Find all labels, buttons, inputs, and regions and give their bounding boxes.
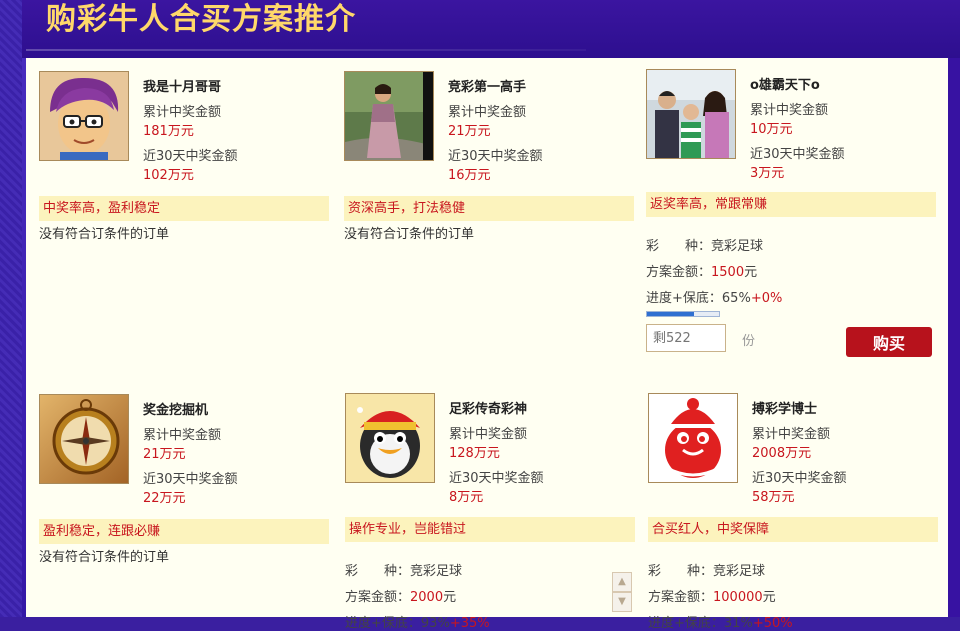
plan-amount-unit: 元 <box>443 590 457 605</box>
progress-label: 进度+保底： <box>345 616 421 631</box>
plan-amount-row: 方案金额：2000元 <box>345 586 456 605</box>
cartoon-man-avatar[interactable] <box>39 71 129 161</box>
total-prize-label: 累计中奖金额 <box>449 427 528 442</box>
progress-row: 进度+保底：65%+0% <box>646 287 782 306</box>
expert-tagline: 操作专业，岂能错过 <box>345 517 635 542</box>
expert-grid: 我是十月哥哥 累计中奖金额 181万元 近30天中奖金额 102万元 中奖率高，… <box>26 58 948 631</box>
plan-amount-label: 方案金额： <box>648 590 714 605</box>
empty-orders-message: 没有符合订条件的订单 <box>344 227 475 242</box>
expert-name[interactable]: 奖金挖掘机 <box>143 399 208 418</box>
expert-name[interactable]: 竞彩第一高手 <box>448 76 526 95</box>
progress-value: 65% <box>721 291 751 306</box>
recent-prize-value: 3万元 <box>750 166 785 181</box>
expert-tagline: 合买红人，中奖保障 <box>648 517 938 542</box>
total-prize-value: 10万元 <box>750 122 793 137</box>
plan-amount-label: 方案金额： <box>345 590 411 605</box>
plan-amount-row: 方案金额：100000元 <box>648 586 776 605</box>
recent-prize-value: 58万元 <box>752 490 795 505</box>
recent-prize-value: 8万元 <box>449 490 484 505</box>
recent-prize-value: 16万元 <box>448 168 491 183</box>
total-prize-label: 累计中奖金额 <box>752 427 831 442</box>
recent-prize-label: 近30天中奖金额 <box>752 471 847 486</box>
chevron-down-icon[interactable]: ▼ <box>612 592 632 612</box>
progress-plus: + <box>449 616 461 631</box>
plan-amount-unit: 元 <box>744 265 758 280</box>
woman-photo-avatar[interactable] <box>344 71 434 161</box>
quantity-input[interactable] <box>646 324 726 352</box>
lottery-type-value: 竞彩足球 <box>711 239 764 254</box>
total-prize-label: 累计中奖金额 <box>143 428 222 443</box>
lottery-type-label: 彩 种： <box>646 239 712 254</box>
recent-prize-label: 近30天中奖金额 <box>143 149 238 164</box>
recent-prize-label: 近30天中奖金额 <box>143 472 238 487</box>
lottery-type-value: 竞彩足球 <box>410 564 463 579</box>
recent-prize-value: 22万元 <box>143 491 186 506</box>
total-prize-value: 181万元 <box>143 124 194 139</box>
right-border <box>948 58 960 617</box>
expert-name[interactable]: 我是十月哥哥 <box>143 76 221 95</box>
guarantee-value: 35% <box>460 616 490 631</box>
total-prize-label: 累计中奖金额 <box>143 105 222 120</box>
buy-button[interactable]: 购买 <box>846 327 932 357</box>
progress-bar-fill <box>647 312 694 316</box>
expert-tagline: 返奖率高，常跟常赚 <box>646 192 936 217</box>
progress-plus: + <box>750 291 762 306</box>
recent-prize-value: 102万元 <box>143 168 194 183</box>
lottery-type-value: 竞彩足球 <box>713 564 766 579</box>
progress-label: 进度+保底： <box>648 616 724 631</box>
plan-amount-row: 方案金额：1500元 <box>646 261 757 280</box>
guarantee-value: 0% <box>761 291 783 306</box>
total-prize-value: 21万元 <box>143 447 186 462</box>
lottery-type-label: 彩 种： <box>648 564 714 579</box>
recent-prize-label: 近30天中奖金额 <box>750 147 845 162</box>
compass-avatar[interactable] <box>39 394 129 484</box>
progress-plus: + <box>752 616 764 631</box>
expert-name[interactable]: 足彩传奇彩神 <box>449 398 527 417</box>
plan-amount-label: 方案金额： <box>646 265 712 280</box>
recent-prize-label: 近30天中奖金额 <box>449 471 544 486</box>
progress-value: 93% <box>420 616 450 631</box>
expert-tagline: 中奖率高，盈利稳定 <box>39 196 329 221</box>
plan-amount-unit: 元 <box>762 590 776 605</box>
progress-value: 31% <box>723 616 753 631</box>
plan-amount-value: 1500 <box>711 265 745 280</box>
lottery-type-row: 彩 种：竞彩足球 <box>345 560 462 579</box>
total-prize-value: 21万元 <box>448 124 491 139</box>
expert-tagline: 盈利稳定，连跟必赚 <box>39 519 329 544</box>
recent-prize-label: 近30天中奖金额 <box>448 149 543 164</box>
title-divider <box>26 49 586 51</box>
guarantee-value: 50% <box>763 616 793 631</box>
empty-orders-message: 没有符合订条件的订单 <box>39 550 170 565</box>
expert-name[interactable]: o雄霸天下o <box>750 74 820 93</box>
progress-label: 进度+保底： <box>646 291 722 306</box>
red-penguin-avatar[interactable] <box>648 393 738 483</box>
total-prize-label: 累计中奖金额 <box>750 103 829 118</box>
plan-amount-value: 2000 <box>410 590 444 605</box>
progress-bar <box>646 311 720 317</box>
lottery-type-row: 彩 种：竞彩足球 <box>648 560 765 579</box>
lottery-type-row: 彩 种：竞彩足球 <box>646 235 763 254</box>
expert-name[interactable]: 搏彩学博士 <box>752 398 817 417</box>
quantity-unit: 份 <box>742 334 756 349</box>
chevron-up-icon[interactable]: ▲ <box>612 572 632 592</box>
total-prize-value: 2008万元 <box>752 446 812 461</box>
plan-amount-value: 100000 <box>713 590 763 605</box>
expert-tagline: 资深高手，打法稳健 <box>344 196 634 221</box>
progress-row: 进度+保底：93%+35% <box>345 612 490 631</box>
family-photo-avatar[interactable] <box>646 69 736 159</box>
progress-row: 进度+保底：31%+50% <box>648 612 793 631</box>
left-decoration <box>0 0 22 617</box>
total-prize-label: 累计中奖金额 <box>448 105 527 120</box>
lottery-type-label: 彩 种： <box>345 564 411 579</box>
empty-orders-message: 没有符合订条件的订单 <box>39 227 170 242</box>
page-title: 购彩牛人合买方案推介 <box>46 2 356 37</box>
total-prize-value: 128万元 <box>449 446 500 461</box>
qq-penguin-avatar[interactable] <box>345 393 435 483</box>
